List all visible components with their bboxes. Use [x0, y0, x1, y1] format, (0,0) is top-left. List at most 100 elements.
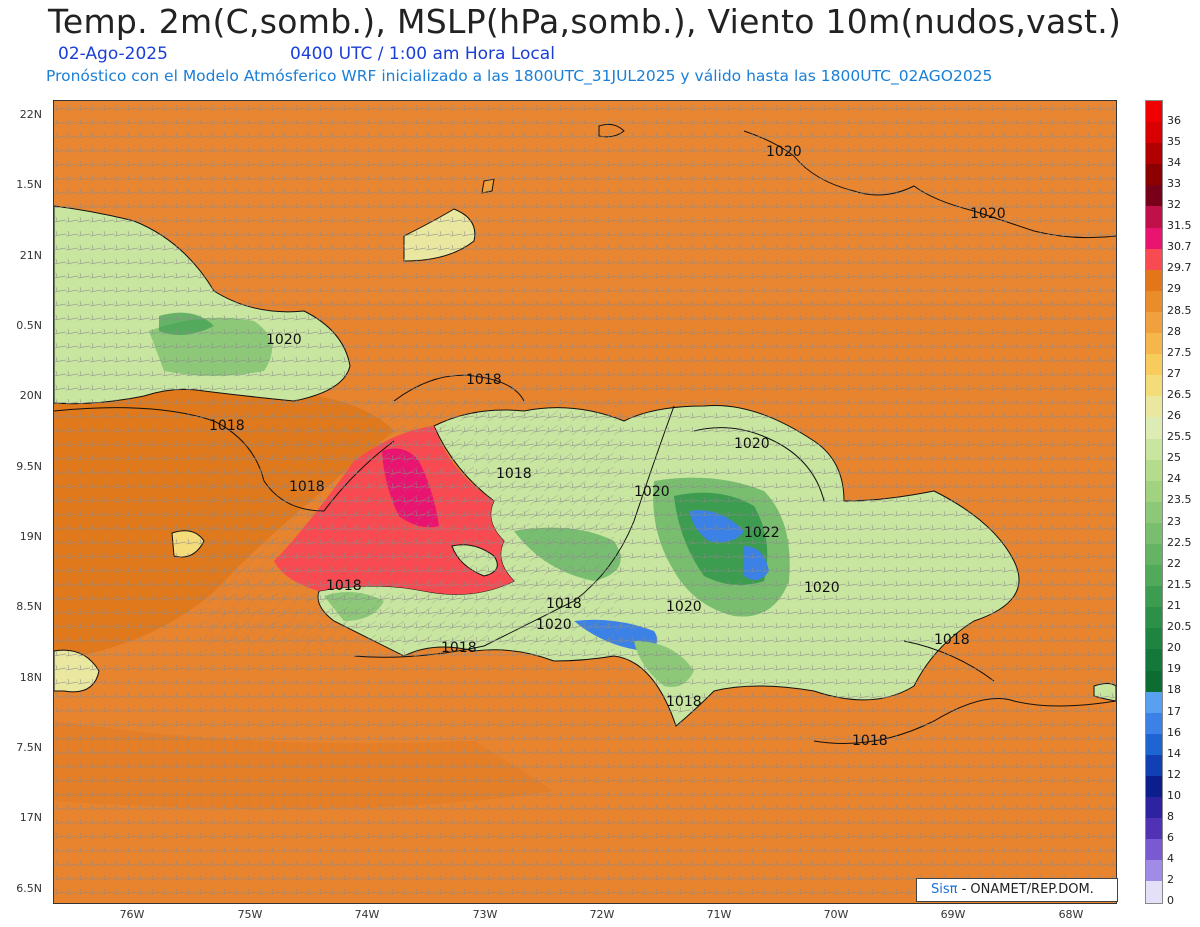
isobar-label: 1022: [744, 525, 780, 541]
legend-label: 6: [1167, 831, 1174, 845]
legend-swatch: [1146, 248, 1162, 270]
model-info: Pronóstico con el Modelo Atmósferico WRF…: [46, 67, 993, 85]
legend-label: 30.7: [1167, 240, 1192, 254]
legend-label: 33: [1167, 176, 1181, 190]
forecast-date: 02-Ago-2025: [58, 44, 168, 64]
forecast-map: 1020 1020 1020 1018 1018 1018 1018 1020 …: [53, 100, 1117, 904]
legend-label: 2: [1167, 873, 1174, 887]
legend-label: 17: [1167, 704, 1181, 718]
isobar-label: 1020: [266, 332, 302, 348]
legend-label: 0: [1167, 894, 1174, 908]
legend-label: 28: [1167, 324, 1181, 338]
legend-swatch: [1146, 333, 1162, 355]
isobar-label: 1018: [666, 694, 702, 710]
isobar-label: 1018: [852, 733, 888, 749]
legend-swatch: [1146, 501, 1162, 523]
legend-label: 26.5: [1167, 387, 1192, 401]
lon-label-72w: 72W: [589, 908, 615, 921]
legend-swatch: [1146, 354, 1162, 376]
credit-box: Sisπ - ONAMET/REP.DOM.: [916, 878, 1118, 902]
legend-label: 36: [1167, 113, 1181, 127]
legend-label: 8: [1167, 810, 1174, 824]
isobar-label: 1018: [934, 632, 970, 648]
legend-swatch: [1146, 733, 1162, 755]
lat-label-17-5n: 7.5N: [16, 741, 42, 754]
lon-label-73w: 73W: [472, 908, 498, 921]
legend-label: 21.5: [1167, 577, 1192, 591]
legend-label: 29: [1167, 282, 1181, 296]
legend-label: 20.5: [1167, 620, 1192, 634]
legend-label: 29.7: [1167, 261, 1192, 275]
legend-swatch: [1146, 776, 1162, 798]
legend-swatch: [1146, 712, 1162, 734]
lon-label-75w: 75W: [237, 908, 263, 921]
legend-label: 31.5: [1167, 219, 1192, 233]
isobar-label: 1018: [546, 596, 582, 612]
legend-label: 26: [1167, 409, 1181, 423]
lat-label-18n: 18N: [19, 671, 42, 684]
legend-swatch: [1146, 227, 1162, 249]
legend-swatch: [1146, 164, 1162, 186]
lat-label-19-5n: 9.5N: [16, 460, 42, 473]
legend-swatch: [1146, 185, 1162, 207]
legend-label: 27.5: [1167, 345, 1192, 359]
lon-label-68w: 68W: [1058, 908, 1084, 921]
legend-swatch: [1146, 607, 1162, 629]
legend-label: 23.5: [1167, 493, 1192, 507]
legend-label: 21: [1167, 598, 1181, 612]
legend-label: 28.5: [1167, 303, 1192, 317]
legend-label: 23: [1167, 514, 1181, 528]
legend-swatch: [1146, 206, 1162, 228]
lat-label-20n: 20N: [19, 389, 42, 402]
isobar-label: 1018: [466, 372, 502, 388]
lon-label-69w: 69W: [940, 908, 966, 921]
map-title: Temp. 2m(C,somb.), MSLP(hPa,somb.), Vien…: [48, 2, 1122, 41]
isobar-label: 1018: [289, 479, 325, 495]
legend-swatch: [1146, 565, 1162, 587]
legend-label: 25.5: [1167, 430, 1192, 444]
lat-label-17n: 17N: [19, 811, 42, 824]
isobar-label: 1020: [536, 617, 572, 633]
legend-label: 34: [1167, 155, 1181, 169]
legend-label: 12: [1167, 767, 1181, 781]
legend-swatch: [1146, 396, 1162, 418]
legend-swatch: [1146, 522, 1162, 544]
legend-swatch: [1146, 797, 1162, 819]
legend-label: 27: [1167, 366, 1181, 380]
lat-label-20-5n: 0.5N: [16, 319, 42, 332]
isobar-label: 1020: [666, 599, 702, 615]
legend-swatch: [1146, 459, 1162, 481]
legend-swatch: [1146, 543, 1162, 566]
legend-swatch: [1146, 670, 1162, 692]
isobar-label: 1020: [734, 436, 770, 452]
isobar-label: 1018: [441, 640, 477, 656]
legend-swatch: [1146, 586, 1162, 608]
legend-label: 18: [1167, 683, 1181, 697]
legend-label: 10: [1167, 788, 1181, 802]
credit-text: - ONAMET/REP.DOM.: [961, 882, 1094, 897]
legend-swatch: [1146, 628, 1162, 650]
lon-label-74w: 74W: [354, 908, 380, 921]
isobar-label: 1018: [496, 466, 532, 482]
lat-label-21n: 21N: [19, 249, 42, 262]
legend-label: 32: [1167, 197, 1181, 211]
legend-swatch: [1146, 480, 1162, 502]
legend-swatch: [1146, 649, 1162, 671]
isobar-label: 1020: [804, 580, 840, 596]
lon-label-71w: 71W: [706, 908, 732, 921]
legend-swatch: [1146, 839, 1162, 861]
legend-swatch: [1146, 860, 1162, 882]
legend-swatch: [1146, 311, 1162, 334]
legend-label: 24: [1167, 472, 1181, 486]
lon-label-76w: 76W: [119, 908, 145, 921]
legend-swatch: [1146, 754, 1162, 776]
legend-label: 20: [1167, 641, 1181, 655]
lon-label-70w: 70W: [823, 908, 849, 921]
legend-swatch: [1146, 438, 1162, 460]
legend-swatch: [1146, 143, 1162, 165]
legend-swatch: [1146, 881, 1162, 903]
isobar-label: 1018: [326, 578, 362, 594]
legend-label: 14: [1167, 746, 1181, 760]
lat-label-21-5n: 1.5N: [16, 178, 42, 191]
legend-swatch: [1146, 818, 1162, 840]
